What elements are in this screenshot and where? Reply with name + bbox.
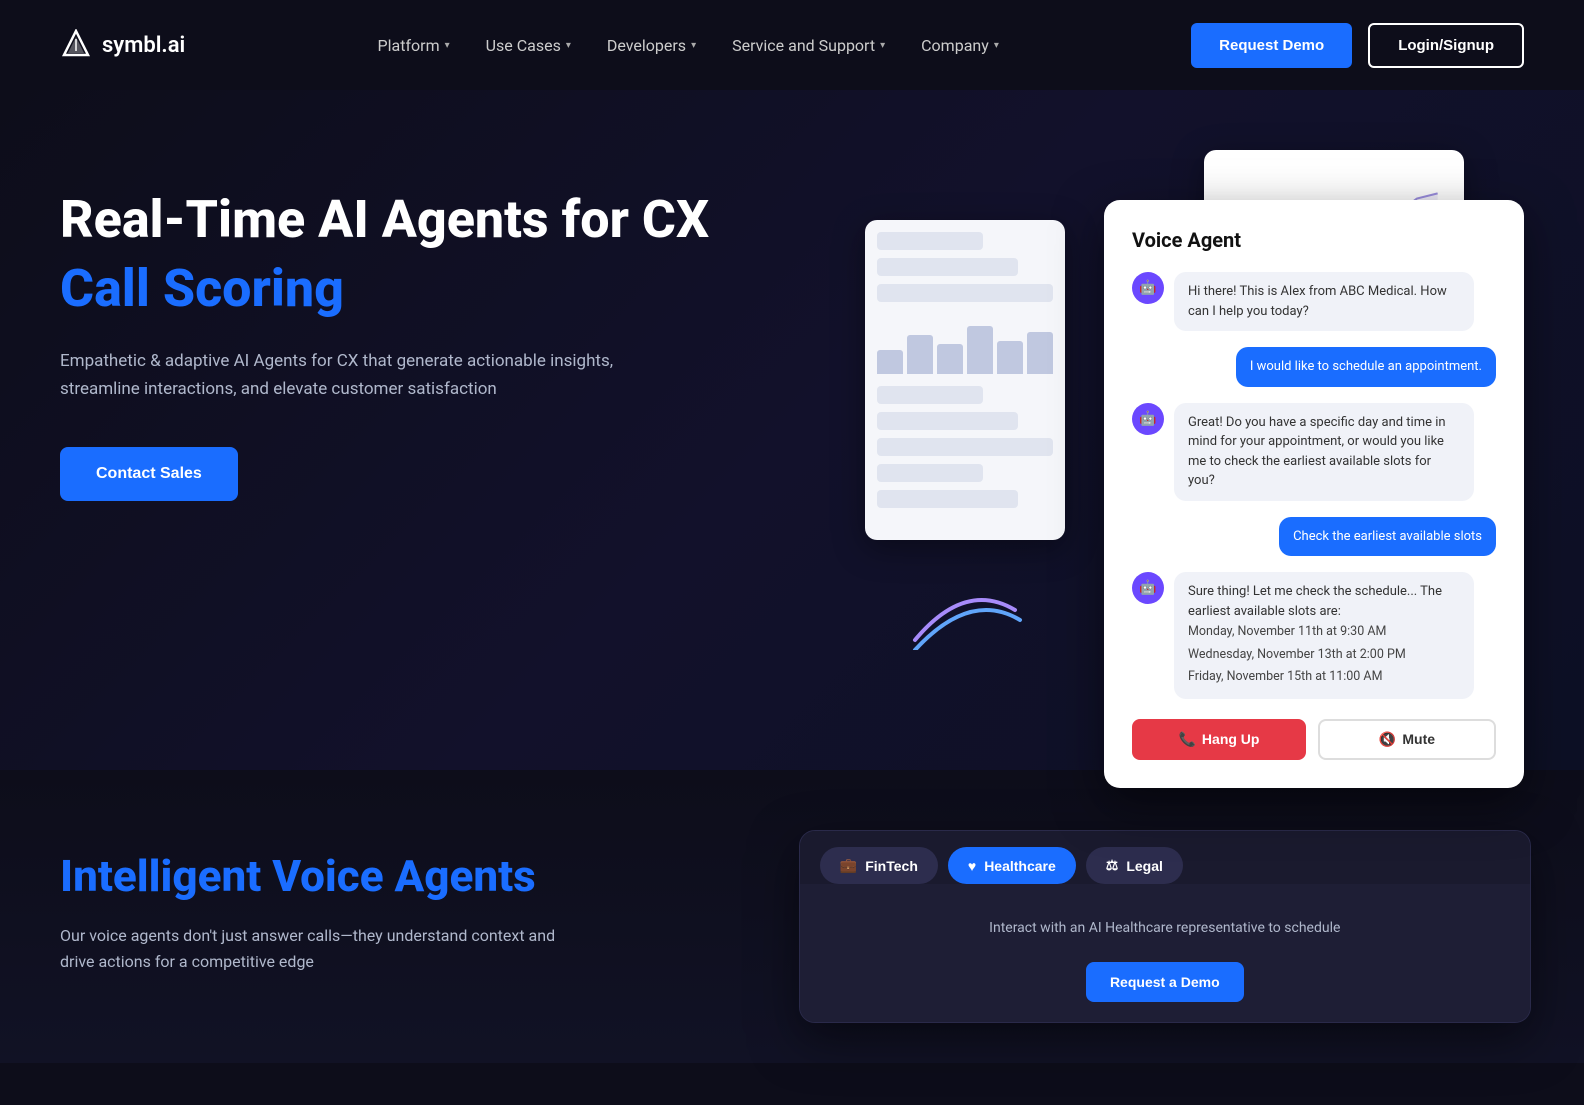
dash-row — [877, 232, 983, 250]
chevron-down-icon: ▾ — [880, 40, 885, 51]
dash-row — [877, 464, 983, 482]
nav-item-service[interactable]: Service and Support ▾ — [732, 36, 885, 55]
login-signup-button[interactable]: Login/Signup — [1368, 23, 1524, 68]
bottom-card-content: Interact with an AI Healthcare represent… — [800, 884, 1530, 1022]
nav-actions: Request Demo Login/Signup — [1191, 23, 1524, 68]
nav-item-usecases[interactable]: Use Cases ▾ — [486, 36, 571, 55]
fintech-icon: 💼 — [840, 857, 857, 874]
hero-section: Real-Time AI Agents for CX Call Scoring … — [0, 90, 1584, 770]
voice-agent-title: Voice Agent — [1132, 228, 1496, 252]
chevron-down-icon: ▾ — [691, 40, 696, 51]
nav-links: Platform ▾ Use Cases ▾ Developers ▾ Serv… — [378, 36, 999, 55]
message-row: I would like to schedule an appointment. — [1132, 347, 1496, 387]
section2-title: Intelligent Voice Agents — [60, 850, 719, 903]
bottom-card: 💼 FinTech ♥ Healthcare ⚖ Legal Interact … — [799, 830, 1531, 1023]
hero-description: Empathetic & adaptive AI Agents for CX t… — [60, 347, 640, 403]
bar — [1027, 332, 1053, 374]
appointment-slots: Monday, November 11th at 9:30 AM Wednesd… — [1188, 621, 1460, 689]
message-bubble: Sure thing! Let me check the schedule...… — [1174, 572, 1474, 699]
phone-icon: 📞 — [1178, 731, 1195, 748]
voice-agent-card: Voice Agent 🤖 Hi there! This is Alex fro… — [1104, 200, 1524, 788]
logo-icon — [60, 29, 92, 61]
section2-description: Our voice agents don't just answer calls… — [60, 923, 560, 976]
dash-row — [877, 438, 1053, 456]
tab-fintech[interactable]: 💼 FinTech — [820, 847, 938, 884]
dashboard-card — [865, 220, 1065, 540]
bar — [877, 350, 903, 374]
message-row: Check the earliest available slots — [1132, 517, 1496, 557]
hero-subtitle: Call Scoring — [60, 258, 865, 319]
request-demo-button[interactable]: Request Demo — [1191, 23, 1352, 68]
bar — [967, 326, 993, 374]
request-demo-bottom-button[interactable]: Request a Demo — [1086, 962, 1244, 1002]
mute-icon: 🔇 — [1379, 731, 1396, 748]
nav-item-platform[interactable]: Platform ▾ — [378, 36, 450, 55]
tab-healthcare[interactable]: ♥ Healthcare — [948, 847, 1076, 884]
section2-right: 💼 FinTech ♥ Healthcare ⚖ Legal Interact … — [799, 830, 1531, 1023]
chevron-down-icon: ▾ — [994, 40, 999, 51]
call-actions: 📞 Hang Up 🔇 Mute — [1132, 719, 1496, 760]
nav-item-company[interactable]: Company ▾ — [921, 36, 999, 55]
avatar: 🤖 — [1132, 572, 1164, 604]
user-message-bubble: Check the earliest available slots — [1279, 517, 1496, 557]
bar — [997, 341, 1023, 374]
dash-row — [877, 412, 1018, 430]
section-2: Intelligent Voice Agents Our voice agent… — [0, 770, 1584, 1063]
navbar: symbl.ai Platform ▾ Use Cases ▾ Develope… — [0, 0, 1584, 90]
message-row: 🤖 Great! Do you have a specific day and … — [1132, 403, 1496, 501]
avatar: 🤖 — [1132, 403, 1164, 435]
decorative-lines — [905, 570, 1025, 650]
dash-row — [877, 490, 1018, 508]
bar — [907, 335, 933, 374]
message-row: 🤖 Hi there! This is Alex from ABC Medica… — [1132, 272, 1496, 331]
avatar: 🤖 — [1132, 272, 1164, 304]
bar-chart — [877, 314, 1053, 374]
hero-title: Real-Time AI Agents for CX — [60, 190, 865, 250]
tab-row: 💼 FinTech ♥ Healthcare ⚖ Legal — [800, 831, 1530, 884]
heart-icon: ♥ — [968, 858, 976, 874]
legal-icon: ⚖ — [1106, 857, 1119, 874]
hero-right: Voice Agent 🤖 Hi there! This is Alex fro… — [865, 150, 1524, 690]
user-message-bubble: I would like to schedule an appointment. — [1236, 347, 1496, 387]
message-bubble: Hi there! This is Alex from ABC Medical.… — [1174, 272, 1474, 331]
bar — [937, 344, 963, 374]
tab-legal[interactable]: ⚖ Legal — [1086, 847, 1183, 884]
nav-item-developers[interactable]: Developers ▾ — [607, 36, 696, 55]
logo[interactable]: symbl.ai — [60, 29, 185, 61]
bottom-card-text: Interact with an AI Healthcare represent… — [820, 904, 1510, 952]
chevron-down-icon: ▾ — [566, 40, 571, 51]
message-bubble: Great! Do you have a specific day and ti… — [1174, 403, 1474, 501]
contact-sales-button[interactable]: Contact Sales — [60, 447, 238, 501]
chevron-down-icon: ▾ — [445, 40, 450, 51]
message-row: 🤖 Sure thing! Let me check the schedule.… — [1132, 572, 1496, 699]
dash-row — [877, 284, 1053, 302]
section2-left: Intelligent Voice Agents Our voice agent… — [60, 830, 719, 976]
dash-row — [877, 386, 983, 404]
dash-row — [877, 258, 1018, 276]
hang-up-button[interactable]: 📞 Hang Up — [1132, 719, 1306, 760]
mute-button[interactable]: 🔇 Mute — [1318, 719, 1496, 760]
hero-left: Real-Time AI Agents for CX Call Scoring … — [60, 150, 865, 501]
